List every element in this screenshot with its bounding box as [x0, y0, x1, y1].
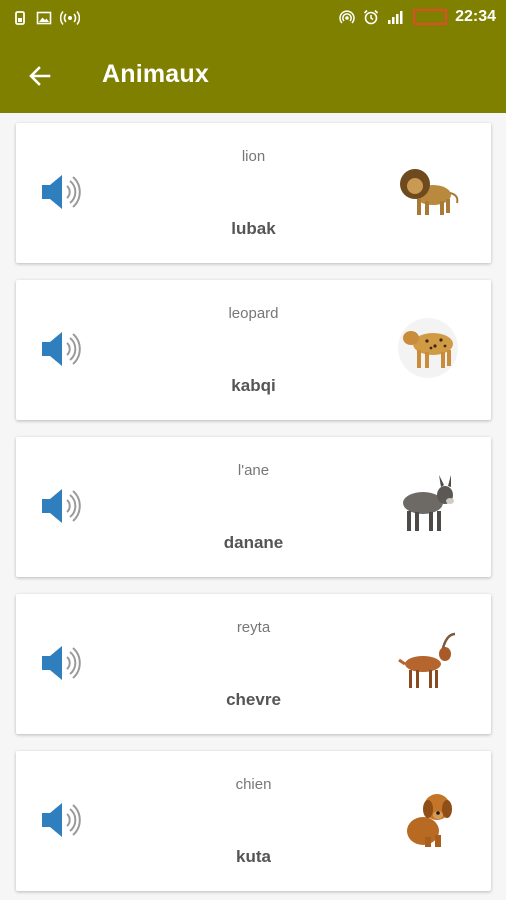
word-card-leopard[interactable]: leopard kabqi	[16, 280, 491, 420]
page-title: Animaux	[102, 60, 209, 88]
goat-icon	[398, 632, 456, 688]
back-button[interactable]	[20, 56, 60, 96]
word-list: lion lubak leopard kabqi l'ane danane re…	[16, 123, 491, 900]
header-bar: 22:34 Animaux	[0, 0, 506, 113]
battery-icon	[413, 9, 448, 25]
hotspot-icon	[339, 10, 355, 24]
signal-icon	[388, 11, 403, 24]
word-card-donkey[interactable]: l'ane danane	[16, 437, 491, 577]
status-time: 22:34	[455, 8, 496, 25]
status-bar: 22:34	[0, 0, 506, 36]
broadcast-icon	[60, 10, 80, 26]
alarm-icon	[364, 9, 379, 25]
status-right-icons: 22:34	[339, 8, 496, 26]
image-icon	[36, 11, 52, 25]
word-card-dog[interactable]: chien kuta	[16, 751, 491, 891]
speaker-icon[interactable]	[38, 641, 82, 685]
speaker-icon[interactable]	[38, 170, 82, 214]
word-card-lion[interactable]: lion lubak	[16, 123, 491, 263]
lion-icon	[400, 169, 459, 215]
app-bar: Animaux	[0, 36, 506, 113]
dog-icon	[407, 794, 452, 847]
speaker-icon[interactable]	[38, 798, 82, 842]
speaker-icon[interactable]	[38, 484, 82, 528]
sim-icon	[15, 11, 25, 25]
status-left-icons	[12, 10, 80, 26]
arrow-left-icon	[29, 66, 51, 86]
speaker-icon[interactable]	[38, 327, 82, 371]
word-card-goat[interactable]: reyta chevre	[16, 594, 491, 734]
donkey-icon	[403, 475, 454, 531]
leopard-icon	[398, 318, 458, 378]
